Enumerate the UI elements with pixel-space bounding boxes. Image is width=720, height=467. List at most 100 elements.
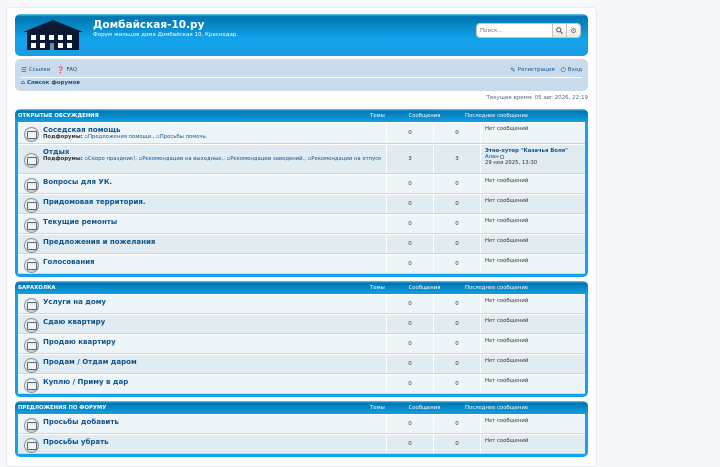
forum-row[interactable]: Отдых Подфорумы: ▫Скоро праздник!, ▫Реком…: [18, 144, 585, 174]
search-icon: [556, 27, 563, 34]
topics-count: 0: [387, 315, 434, 333]
forum-title[interactable]: Продаю квартиру: [43, 338, 382, 346]
topics-count: 0: [387, 235, 434, 253]
search-button[interactable]: [552, 24, 566, 37]
faq-link[interactable]: ❓ FAQ: [56, 66, 77, 74]
quick-links-menu[interactable]: ☰ Ссылки: [21, 66, 50, 74]
subforum-label: Скоро праздник!: [88, 156, 136, 162]
current-time: Текущее время: 05 авг 2026, 22:19: [486, 95, 588, 101]
topics-count: 0: [387, 255, 434, 273]
subforums-label: Подфорумы:: [43, 134, 83, 140]
subforum-link[interactable]: ▫Скоро праздник!: [84, 156, 135, 162]
posts-count: 0: [434, 123, 481, 143]
forum-title[interactable]: Отдых: [43, 148, 382, 156]
column-last-post: Последнее сообщение: [465, 112, 529, 119]
site-title[interactable]: Домбайская-10.ру: [93, 19, 204, 31]
edit-icon: ✎: [510, 66, 516, 74]
forum-title[interactable]: Придомовая территория.: [43, 198, 382, 206]
category-header: Открытые обсуждения Темы Сообщения Последне…: [18, 109, 585, 122]
forum-title[interactable]: Продам / Отдам даром: [43, 358, 382, 366]
subforums-label: Подфорумы:: [43, 156, 83, 162]
forum-title[interactable]: Вопросы для УК.: [43, 178, 382, 186]
forum-row[interactable]: Услуги на дому 0 0 Нет сообщений: [18, 294, 585, 314]
forum-title[interactable]: Просьбы добавить: [43, 418, 382, 426]
search-input[interactable]: [477, 24, 552, 37]
posts-count: 0: [434, 215, 481, 233]
column-posts: Сообщения: [408, 404, 441, 411]
forum-main-cell: Куплю / Приму в дар: [18, 375, 387, 393]
site-description: Форум жильцов дома Домбайская 10, Красно…: [93, 32, 239, 38]
search-box: ⚙: [477, 24, 580, 37]
forum-row[interactable]: Придомовая территория. 0 0 Нет сообщений: [18, 194, 585, 214]
forum-row[interactable]: Предложения и пожелания 0 0 Нет сообщений: [18, 234, 585, 254]
forum-row[interactable]: Просьбы убрать 0 0 Нет сообщений: [18, 434, 585, 454]
posts-count: 0: [434, 355, 481, 373]
topics-count: 0: [387, 195, 434, 213]
question-icon: ❓: [56, 66, 65, 74]
house-icon[interactable]: [21, 18, 85, 52]
forum-row[interactable]: Продам / Отдам даром 0 0 Нет сообщений: [18, 354, 585, 374]
forum-title[interactable]: Куплю / Приму в дар: [43, 378, 382, 386]
forum-row[interactable]: Вопросы для УК. 0 0 Нет сообщений: [18, 174, 585, 194]
view-post-icon[interactable]: [499, 154, 504, 159]
subforums: Подфорумы: ▫Предложения помощи., ▫Просьб…: [43, 134, 208, 140]
advanced-search-button[interactable]: ⚙: [566, 24, 580, 37]
breadcrumb[interactable]: ⌂ Список форумов: [21, 80, 80, 86]
menu-icon: ☰: [21, 66, 27, 74]
forum-main-cell: Просьбы добавить: [18, 415, 387, 433]
subforum-link[interactable]: ▫Рекомендации на выходные.: [139, 156, 224, 162]
forum-read-icon: [24, 178, 39, 193]
category-title[interactable]: Предложения по форуму: [18, 405, 354, 411]
subforum-link[interactable]: ▫Рекомендации на отпуск: [308, 156, 382, 162]
forum-row[interactable]: Куплю / Приму в дар 0 0 Нет сообщений: [18, 374, 585, 394]
forum-read-icon: [24, 127, 39, 142]
forum-row[interactable]: Сдаю квартиру 0 0 Нет сообщений: [18, 314, 585, 334]
topics-count: 0: [387, 295, 434, 313]
forum-title[interactable]: Текущие ремонты: [43, 218, 382, 226]
last-post-cell: Нет сообщений: [481, 235, 585, 253]
header-bar: Домбайская-10.ру Форум жильцов дома Домб…: [15, 14, 588, 56]
last-post-empty: Нет сообщений: [485, 318, 529, 324]
forum-title[interactable]: Предложения и пожелания: [43, 238, 382, 246]
topics-count: 0: [387, 415, 434, 433]
subforum-label: Предложения помощи.: [88, 134, 153, 140]
column-last-post: Последнее сообщение: [465, 404, 529, 411]
last-post-empty: Нет сообщений: [485, 258, 529, 264]
topics-count: 3: [387, 145, 434, 173]
subforum-link[interactable]: ▫Рекомендации заведений.: [227, 156, 305, 162]
last-post-empty: Нет сообщений: [485, 298, 529, 304]
breadcrumb-index[interactable]: Список форумов: [27, 80, 80, 86]
forum-row[interactable]: Голосования 0 0 Нет сообщений: [18, 254, 585, 274]
topics-count: 0: [387, 435, 434, 453]
forum-title[interactable]: Просьбы убрать: [43, 438, 382, 446]
register-link[interactable]: ✎ Регистрация: [510, 66, 554, 74]
login-link[interactable]: ⏻ Вход: [561, 66, 582, 75]
subforum-link[interactable]: ▫Просьбы помочь.: [156, 134, 207, 140]
home-icon: ⌂: [21, 80, 25, 86]
category-title[interactable]: Открытые обсуждения: [18, 113, 354, 119]
posts-count: 0: [434, 195, 481, 213]
last-post-cell: Нет сообщений: [481, 355, 585, 373]
forum-main-cell: Услуги на дому: [18, 295, 387, 313]
forum-title[interactable]: Соседская помощь: [43, 126, 382, 134]
last-post-empty: Нет сообщений: [485, 358, 529, 364]
forum-row[interactable]: Текущие ремонты 0 0 Нет сообщений: [18, 214, 585, 234]
subforum-label: Рекомендации на выходные.: [142, 156, 224, 162]
last-post-empty: Нет сообщений: [485, 238, 529, 244]
last-post-cell: Нет сообщений: [481, 195, 585, 213]
column-last-post: Последнее сообщение: [465, 284, 529, 291]
posts-count: 0: [434, 235, 481, 253]
forum-title[interactable]: Голосования: [43, 258, 382, 266]
forum-row[interactable]: Просьбы добавить 0 0 Нет сообщений: [18, 414, 585, 434]
forum-row[interactable]: Соседская помощь Подфорумы: ▫Предложения …: [18, 122, 585, 144]
forum-row[interactable]: Продаю квартиру 0 0 Нет сообщений: [18, 334, 585, 354]
forum-title[interactable]: Услуги на дому: [43, 298, 382, 306]
posts-count: 0: [434, 375, 481, 393]
subforum-link[interactable]: ▫Предложения помощи.: [84, 134, 152, 140]
forum-read-icon: [24, 358, 39, 373]
forum-main-cell: Продам / Отдам даром: [18, 355, 387, 373]
forum-title[interactable]: Сдаю квартиру: [43, 318, 382, 326]
posts-count: 0: [434, 415, 481, 433]
category-title[interactable]: Барахолка: [18, 285, 354, 291]
forum-main-cell: Придомовая территория.: [18, 195, 387, 213]
